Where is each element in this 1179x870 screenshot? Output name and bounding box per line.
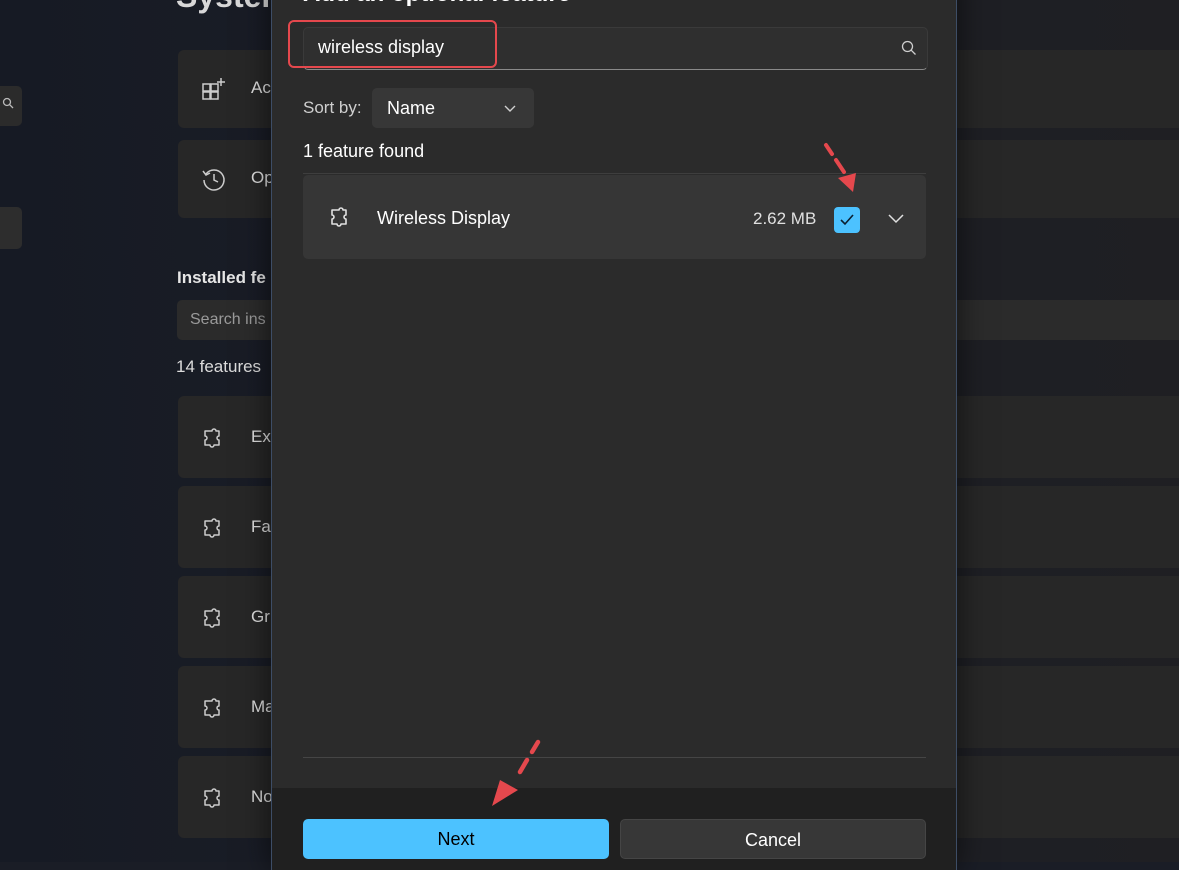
sort-by-label: Sort by: <box>303 98 362 117</box>
divider <box>303 757 926 758</box>
history-icon <box>202 169 225 191</box>
feature-label: Gr <box>251 607 270 626</box>
puzzle-icon <box>204 698 220 718</box>
feature-checkbox[interactable] <box>834 207 860 233</box>
feature-label: Ex <box>251 427 271 446</box>
puzzle-icon <box>204 788 220 808</box>
feature-name: Wireless Display <box>377 208 511 228</box>
puzzle-icon <box>331 207 347 227</box>
card-label: Ac <box>251 78 271 97</box>
feature-size: 2.62 MB <box>753 209 817 228</box>
add-apps-icon <box>202 78 225 100</box>
search-icon[interactable] <box>901 40 917 56</box>
settings-page-title: Syster <box>176 0 274 15</box>
installed-features-heading: Installed fe <box>177 268 266 287</box>
puzzle-icon <box>204 608 220 628</box>
search-icon <box>2 97 14 109</box>
next-button[interactable]: Next <box>303 819 609 859</box>
sort-dropdown[interactable]: Name <box>372 88 534 128</box>
dialog-title: Add an optional feature <box>303 0 571 8</box>
features-found-count: 1 feature found <box>303 141 425 161</box>
annotation-arrow-icon <box>492 739 541 806</box>
settings-search-box[interactable] <box>0 86 22 126</box>
nav-item-selected[interactable] <box>0 207 22 249</box>
chevron-down-icon <box>504 105 516 112</box>
add-optional-feature-dialog: Add an optional feature wireless display… <box>271 0 957 870</box>
installed-features-count: 14 features <box>176 357 262 376</box>
cancel-button[interactable]: Cancel <box>620 819 926 859</box>
search-highlight-annotation <box>288 20 497 68</box>
search-placeholder: Search ins <box>190 311 266 328</box>
feature-label: Fa <box>251 517 271 536</box>
puzzle-icon <box>204 428 220 448</box>
chevron-down-icon[interactable] <box>888 212 904 224</box>
puzzle-icon <box>204 518 220 538</box>
sort-value: Name <box>387 98 436 118</box>
annotation-arrow-icon <box>824 143 856 192</box>
checkmark-icon <box>840 214 854 226</box>
feature-label: No <box>251 787 273 806</box>
